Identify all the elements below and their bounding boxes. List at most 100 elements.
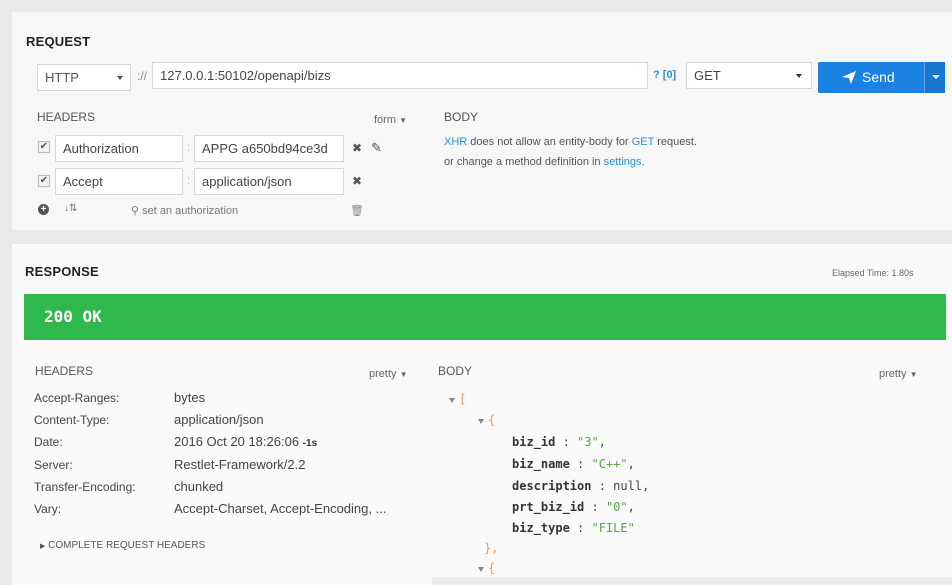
header-name: Server: <box>34 458 73 472</box>
header-value-field[interactable]: application/json <box>194 168 344 195</box>
response-headers-format-select[interactable]: pretty ▼ <box>369 368 408 380</box>
json-value: null <box>613 479 643 493</box>
json-close-object: }, <box>484 541 499 555</box>
caret-icon: ▼ <box>909 370 918 379</box>
json-open-array: [ <box>459 392 467 406</box>
header-name-value: Authorization <box>63 141 139 156</box>
url-input[interactable]: 127.0.0.1:50102/openapi/bizs <box>152 62 648 89</box>
send-options-button[interactable] <box>924 62 945 93</box>
json-key: biz_name <box>512 457 570 471</box>
chevron-down-icon <box>117 76 123 80</box>
msg-text: or change a method definition in <box>444 156 604 168</box>
header-value-field[interactable]: APPG a650bd94ce3d <box>194 135 344 162</box>
protocol-value: HTTP <box>45 70 79 85</box>
chevron-down-icon <box>932 75 940 79</box>
date-value: 2016 Oct 20 18:26:06 <box>174 434 300 449</box>
scroll-shadow <box>432 577 952 585</box>
msg-text: request. <box>654 136 697 148</box>
complete-headers-label: COMPLETE REQUEST HEADERS <box>48 540 206 551</box>
set-authorization-link[interactable]: ⚲ set an authorization <box>131 204 238 217</box>
send-label: Send <box>862 69 895 85</box>
send-icon <box>842 71 856 84</box>
request-body-title: BODY <box>444 110 479 124</box>
edit-pencil-icon[interactable]: ✎ <box>371 140 382 156</box>
header-name-field[interactable]: Authorization <box>55 135 183 162</box>
json-key: biz_type <box>512 521 570 535</box>
header-value: 2016 Oct 20 18:26:06 -1s <box>174 434 317 449</box>
status-code: 200 OK <box>44 307 102 326</box>
colon-separator: : <box>187 173 191 187</box>
request-panel <box>12 12 952 230</box>
response-body-title: BODY <box>438 364 473 378</box>
elapsed-time: Elapsed Time: 1.80s <box>832 268 914 278</box>
set-authorization-label: set an authorization <box>142 205 239 217</box>
collapse-toggle-icon[interactable] <box>478 567 484 572</box>
add-header-icon[interactable]: + <box>38 204 49 215</box>
header-value: bytes <box>174 390 206 405</box>
request-title: REQUEST <box>26 34 91 49</box>
json-field: description : null, <box>512 479 650 493</box>
send-button[interactable]: Send <box>818 62 928 93</box>
json-field: biz_id : "3", <box>512 435 606 449</box>
caret-right-icon: ▶ <box>40 543 46 550</box>
url-value: 127.0.0.1:50102/openapi/bizs <box>160 68 331 83</box>
json-value: "C++" <box>591 457 628 471</box>
json-comma: , <box>642 479 650 493</box>
body-message-line1: XHR does not allow an entity-body for GE… <box>444 136 697 148</box>
headers-format-value: form <box>374 114 396 126</box>
json-field: biz_type : "FILE" <box>512 521 635 535</box>
header-name: Transfer-Encoding: <box>34 480 136 494</box>
settings-link[interactable]: settings <box>604 156 642 168</box>
json-value: "0" <box>605 500 628 514</box>
query-params-button[interactable]: ? [0] <box>653 69 676 81</box>
header-checkbox-accept[interactable]: ✔ <box>38 175 50 187</box>
key-icon: ⚲ <box>131 205 140 217</box>
response-body-format-select[interactable]: pretty ▼ <box>879 368 918 380</box>
json-open-object: { <box>488 561 496 575</box>
complete-request-headers-link[interactable]: ▶ COMPLETE REQUEST HEADERS <box>40 540 205 551</box>
request-headers-title: HEADERS <box>37 110 96 124</box>
method-value: GET <box>694 68 721 83</box>
json-comma: , <box>627 500 635 514</box>
header-name: Date: <box>34 435 63 449</box>
remove-header-icon[interactable]: ✖ <box>352 141 362 155</box>
msg-text: . <box>641 156 645 168</box>
json-field: prt_biz_id : "0", <box>512 500 635 514</box>
header-name: Content-Type: <box>34 413 110 427</box>
header-value-value: APPG a650bd94ce3d <box>202 141 328 156</box>
json-comma: , <box>598 435 606 449</box>
scheme-separator: :// <box>137 69 148 83</box>
caret-icon: ▼ <box>399 370 408 379</box>
format-value: pretty <box>369 368 397 380</box>
format-value: pretty <box>879 368 907 380</box>
trash-icon[interactable]: 🗑 <box>350 204 364 217</box>
method-select[interactable]: GET <box>686 62 812 89</box>
header-name-value: Accept <box>63 174 103 189</box>
msg-text: does not allow an entity-body for <box>467 136 632 148</box>
collapse-toggle-icon[interactable] <box>449 398 455 403</box>
caret-icon: ▼ <box>399 116 407 125</box>
response-title: RESPONSE <box>25 264 99 279</box>
status-bar: 200 OK <box>24 294 946 340</box>
get-link[interactable]: GET <box>632 136 654 148</box>
colon-separator: : <box>187 140 191 154</box>
header-value: Restlet-Framework/2.2 <box>174 457 306 472</box>
collapse-toggle-icon[interactable] <box>478 419 484 424</box>
headers-format-select[interactable]: form ▼ <box>374 114 407 126</box>
xhr-link[interactable]: XHR <box>444 136 467 148</box>
chevron-down-icon <box>796 74 802 78</box>
remove-header-icon[interactable]: ✖ <box>352 174 362 188</box>
json-key: prt_biz_id <box>512 500 585 514</box>
header-name-field[interactable]: Accept <box>55 168 183 195</box>
header-value: application/json <box>174 412 264 427</box>
header-checkbox-authorization[interactable]: ✔ <box>38 141 50 153</box>
json-key: biz_id <box>512 435 556 449</box>
json-value: "FILE" <box>591 521 635 535</box>
header-value: Accept-Charset, Accept-Encoding, ... <box>174 501 387 516</box>
json-field: biz_name : "C++", <box>512 457 635 471</box>
json-key: description <box>512 479 592 493</box>
header-value: chunked <box>174 479 224 494</box>
rest-client-window: REQUEST HTTP :// 127.0.0.1:50102/openapi… <box>0 0 952 585</box>
json-value: "3" <box>577 435 599 449</box>
sort-headers-icon[interactable]: ↓⇅ <box>64 203 77 214</box>
